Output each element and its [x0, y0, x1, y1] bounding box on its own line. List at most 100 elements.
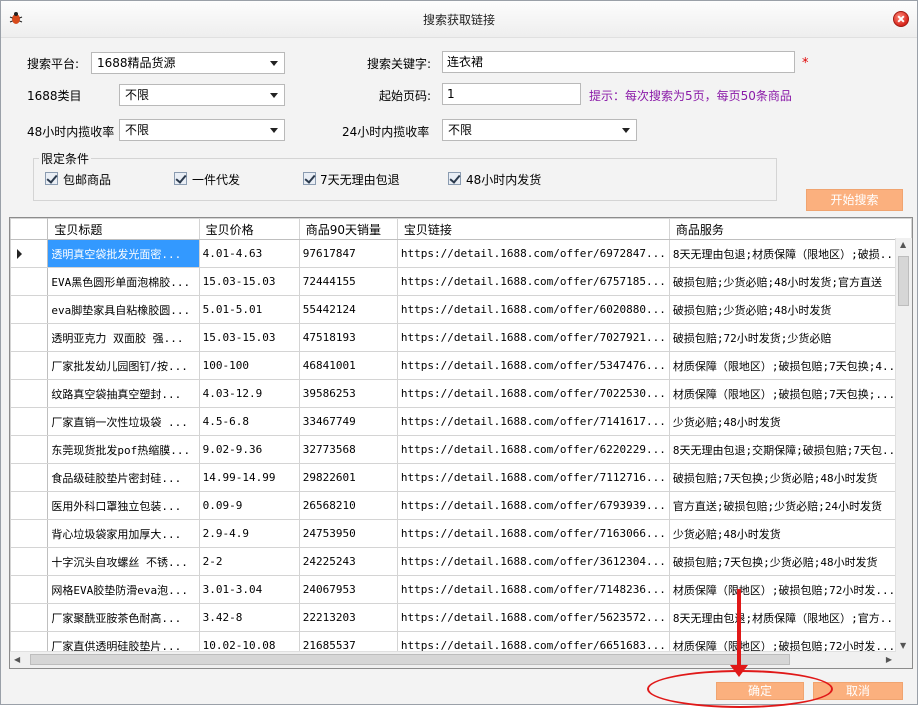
table-cell[interactable]: eva脚垫家具自粘橡胶圆...: [47, 295, 200, 324]
start-page-input[interactable]: 1: [442, 83, 581, 105]
checkbox-7day-return[interactable]: [303, 172, 316, 185]
table-row[interactable]: 厂家聚酰亚胺茶色耐高... 3.42-8 22213203 https://detai…: [10, 603, 912, 632]
row-header[interactable]: [10, 407, 49, 436]
table-row[interactable]: 东莞现货批发pof热缩膜... 9.02-9.36 32773568 https://…: [10, 435, 912, 464]
table-cell[interactable]: 15.03-15.03: [198, 323, 300, 352]
table-row[interactable]: 纹路真空袋抽真空塑封... 4.03-12.9 39586253 https://de…: [10, 379, 912, 408]
table-cell[interactable]: 8天无理由包退;材质保障（限地区）;官方...: [668, 603, 912, 632]
table-cell[interactable]: 2-2: [198, 547, 300, 576]
table-cell[interactable]: 破损包赔;少货必赔;48小时发货: [668, 295, 912, 324]
table-cell[interactable]: 26568210: [298, 491, 398, 520]
table-cell[interactable]: 2.9-4.9: [198, 519, 300, 548]
table-cell[interactable]: 24225243: [298, 547, 398, 576]
table-cell[interactable]: 网格EVA胶垫防滑eva泡...: [47, 575, 200, 604]
row-header[interactable]: [10, 491, 49, 520]
table-row[interactable]: eva脚垫家具自粘橡胶圆... 5.01-5.01 55442124 https://…: [10, 295, 912, 324]
table-cell[interactable]: 纹路真空袋抽真空塑封...: [47, 379, 200, 408]
scroll-left-icon[interactable]: ◀: [14, 655, 20, 664]
results-grid[interactable]: 宝贝标题 宝贝价格 商品90天销量 宝贝链接 商品服务 透明真空袋批发光面密..…: [9, 217, 913, 669]
row-header[interactable]: [10, 351, 49, 380]
table-cell[interactable]: 少货必赔;48小时发货: [668, 407, 912, 436]
table-row[interactable]: 背心垃圾袋家用加厚大... 2.9-4.9 24753950 https://deta…: [10, 519, 912, 548]
table-cell[interactable]: 4.03-12.9: [198, 379, 300, 408]
title-bar[interactable]: 搜索获取链接: [1, 1, 917, 38]
table-cell[interactable]: https://detail.1688.com/offer/7022530...: [396, 379, 670, 408]
table-row[interactable]: EVA黑色圆形单面泡棉胶... 15.03-15.03 72444155 https:…: [10, 267, 912, 296]
table-cell[interactable]: 72444155: [298, 267, 398, 296]
table-cell[interactable]: 5.01-5.01: [198, 295, 300, 324]
table-row[interactable]: 厂家直销一次性垃圾袋 ... 4.5-6.8 33467749 https://det…: [10, 407, 912, 436]
row-header[interactable]: [10, 323, 49, 352]
table-cell[interactable]: https://detail.1688.com/offer/6793939...: [396, 491, 670, 520]
table-cell[interactable]: 55442124: [298, 295, 398, 324]
table-cell[interactable]: 4.5-6.8: [198, 407, 300, 436]
row-header[interactable]: [10, 379, 49, 408]
table-row[interactable]: 厂家批发幼儿园图钉/按... 100-100 46841001 https://det…: [10, 351, 912, 380]
table-cell[interactable]: 医用外科口罩独立包装...: [47, 491, 200, 520]
table-row[interactable]: 透明亚克力 双面胶 强... 15.03-15.03 47518193 https:/…: [10, 323, 912, 352]
table-cell[interactable]: 官方直送;破损包赔;少货必赔;24小时发货: [668, 491, 912, 520]
table-cell[interactable]: 46841001: [298, 351, 398, 380]
close-icon[interactable]: [893, 11, 909, 27]
table-cell[interactable]: 4.01-4.63: [198, 239, 300, 268]
rate24-select[interactable]: 不限: [442, 119, 637, 141]
table-cell[interactable]: 破损包赔;少货必赔;48小时发货;官方直送: [668, 267, 912, 296]
table-cell[interactable]: 3.01-3.04: [198, 575, 300, 604]
table-cell[interactable]: 8天无理由包退;材质保障（限地区）;破损...: [668, 239, 912, 268]
table-cell[interactable]: https://detail.1688.com/offer/3612304...: [396, 547, 670, 576]
table-cell[interactable]: 32773568: [298, 435, 398, 464]
rate48-select[interactable]: 不限: [119, 119, 285, 141]
table-cell[interactable]: 47518193: [298, 323, 398, 352]
table-cell[interactable]: 15.03-15.03: [198, 267, 300, 296]
column-header[interactable]: 宝贝链接: [396, 218, 670, 240]
start-search-button[interactable]: 开始搜索: [806, 189, 903, 211]
table-cell[interactable]: 14.99-14.99: [198, 463, 300, 492]
column-header[interactable]: 商品90天销量: [298, 218, 398, 240]
table-cell[interactable]: 39586253: [298, 379, 398, 408]
table-row[interactable]: 医用外科口罩独立包装... 0.09-9 26568210 https://detai…: [10, 491, 912, 520]
table-cell[interactable]: https://detail.1688.com/offer/7112716...: [396, 463, 670, 492]
table-row[interactable]: 食品级硅胶垫片密封硅... 14.99-14.99 29822601 https://…: [10, 463, 912, 492]
table-cell[interactable]: 十字沉头自攻螺丝 不锈...: [47, 547, 200, 576]
keyword-input[interactable]: 连衣裙: [442, 51, 795, 73]
table-cell[interactable]: https://detail.1688.com/offer/6972847...: [396, 239, 670, 268]
table-cell[interactable]: 透明亚克力 双面胶 强...: [47, 323, 200, 352]
table-cell[interactable]: 东莞现货批发pof热缩膜...: [47, 435, 200, 464]
column-header[interactable]: 宝贝标题: [47, 218, 200, 240]
column-header[interactable]: 宝贝价格: [198, 218, 300, 240]
table-cell[interactable]: 厂家直销一次性垃圾袋 ...: [47, 407, 200, 436]
table-cell[interactable]: https://detail.1688.com/offer/6757185...: [396, 267, 670, 296]
table-cell[interactable]: 少货必赔;48小时发货: [668, 519, 912, 548]
table-cell[interactable]: 材质保障（限地区）;破损包赔;72小时发...: [668, 575, 912, 604]
row-header[interactable]: [10, 547, 49, 576]
table-cell[interactable]: 29822601: [298, 463, 398, 492]
table-cell[interactable]: https://detail.1688.com/offer/7163066...: [396, 519, 670, 548]
table-row[interactable]: 网格EVA胶垫防滑eva泡... 3.01-3.04 24067953 https:/…: [10, 575, 912, 604]
scroll-right-icon[interactable]: ▶: [886, 655, 892, 664]
table-cell[interactable]: https://detail.1688.com/offer/5623572...: [396, 603, 670, 632]
column-header[interactable]: 商品服务: [668, 218, 912, 240]
table-cell[interactable]: 0.09-9: [198, 491, 300, 520]
table-cell[interactable]: 食品级硅胶垫片密封硅...: [47, 463, 200, 492]
checkbox-free-shipping[interactable]: [45, 172, 58, 185]
table-cell[interactable]: https://detail.1688.com/offer/7141617...: [396, 407, 670, 436]
table-cell[interactable]: https://detail.1688.com/offer/5347476...: [396, 351, 670, 380]
table-cell[interactable]: 背心垃圾袋家用加厚大...: [47, 519, 200, 548]
table-cell[interactable]: 8天无理由包退;交期保障;破损包赔;7天包...: [668, 435, 912, 464]
table-cell[interactable]: 24753950: [298, 519, 398, 548]
table-cell[interactable]: 33467749: [298, 407, 398, 436]
row-header[interactable]: [10, 603, 49, 632]
scroll-down-icon[interactable]: ▼: [900, 641, 906, 650]
table-cell[interactable]: 材质保障（限地区）;破损包赔;7天包换;4...: [668, 351, 912, 380]
table-cell[interactable]: 材质保障（限地区）;破损包赔;7天包换;...: [668, 379, 912, 408]
table-cell[interactable]: 9.02-9.36: [198, 435, 300, 464]
row-header[interactable]: [10, 239, 49, 268]
checkbox-48h-ship[interactable]: [448, 172, 461, 185]
table-cell[interactable]: 100-100: [198, 351, 300, 380]
category-select[interactable]: 不限: [119, 84, 285, 106]
table-row[interactable]: 透明真空袋批发光面密... 4.01-4.63 97617847 https://de…: [10, 239, 912, 268]
row-header[interactable]: [10, 463, 49, 492]
horizontal-scroll-thumb[interactable]: [30, 654, 790, 665]
vertical-scroll-thumb[interactable]: [898, 256, 909, 306]
scroll-up-icon[interactable]: ▲: [900, 240, 906, 249]
